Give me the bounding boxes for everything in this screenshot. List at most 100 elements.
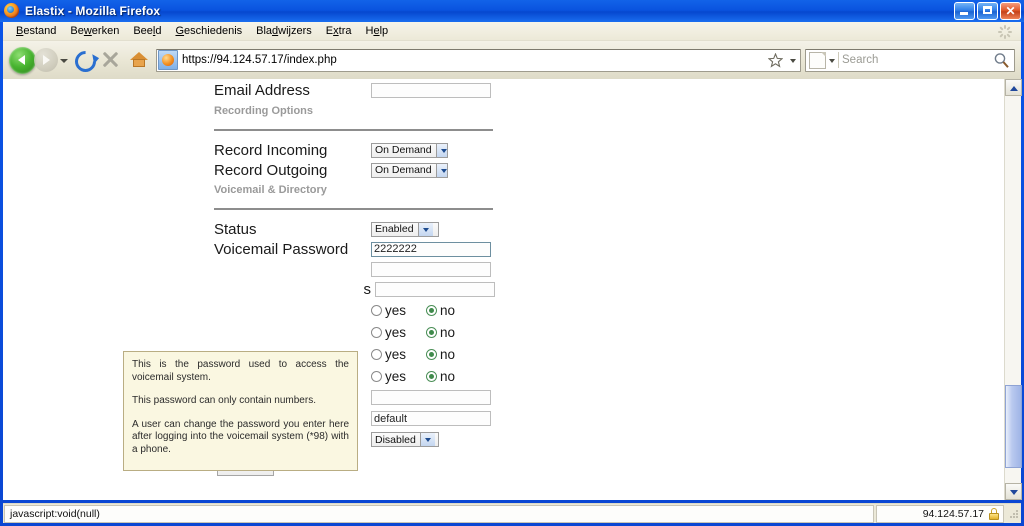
record-outgoing-select[interactable]: On Demand (371, 162, 448, 178)
scrollbar-track[interactable] (1005, 96, 1022, 483)
radio-button-no[interactable] (426, 370, 437, 382)
label-email-address: Email Address (214, 81, 310, 99)
stop-button[interactable] (97, 47, 125, 73)
menu-bestand[interactable]: Bestand (9, 24, 63, 38)
chevron-down-icon (435, 143, 447, 157)
scroll-up-button[interactable] (1005, 79, 1022, 96)
window-controls: ✕ (954, 2, 1021, 20)
field-row-record-incoming: Record Incoming On Demand (214, 140, 499, 160)
scrollbar-thumb[interactable] (1005, 385, 1022, 468)
browser-chrome: Bestand Bewerken Beeld Geschiedenis Blad… (3, 22, 1021, 79)
divider-2 (214, 208, 493, 210)
field-row-hidden-2: s (214, 279, 499, 299)
radio-4-no-label: no (440, 368, 456, 384)
status-select[interactable]: Enabled (371, 221, 439, 237)
security-status-area[interactable]: 94.124.57.17 (876, 504, 1004, 523)
divider-1 (214, 129, 493, 131)
maximize-button[interactable] (977, 2, 998, 20)
voicemail-password-input[interactable] (371, 241, 491, 257)
radio-button-no[interactable] (426, 304, 437, 316)
status-bar: javascript:void(null) 94.124.57.17 (3, 503, 1021, 523)
radio-2-no[interactable]: no (426, 325, 481, 340)
field-row-record-outgoing: Record Outgoing On Demand (214, 160, 499, 180)
chevron-down-icon (435, 163, 447, 177)
url-dropdown-icon[interactable] (788, 50, 800, 70)
radio-2-yes-label: yes (385, 324, 407, 340)
field-row-status: Status Enabled (214, 219, 499, 239)
history-dropdown-icon[interactable] (58, 50, 69, 70)
hidden-field-2-input[interactable] (375, 281, 495, 297)
radio-row-1: yes no (214, 299, 499, 321)
status-message: javascript:void(null) (10, 507, 100, 520)
menu-geschiedenis[interactable]: Geschiedenis (168, 24, 249, 38)
vmx-locater-select[interactable]: Disabled (371, 432, 439, 447)
menu-extra[interactable]: Extra (319, 24, 359, 38)
label-voicemail-password: Voicemail Password (214, 240, 349, 258)
record-incoming-select[interactable]: On Demand (371, 142, 448, 158)
record-incoming-value: On Demand (375, 144, 432, 156)
section-voicemail-directory: Voicemail & Directory (214, 180, 499, 198)
forward-button[interactable] (34, 48, 58, 72)
radio-3-no[interactable]: no (426, 347, 481, 362)
search-bar[interactable]: Search (805, 48, 1015, 72)
vm-context-input[interactable] (371, 411, 491, 426)
back-button[interactable] (9, 46, 36, 74)
menu-bar: Bestand Bewerken Beeld Geschiedenis Blad… (3, 22, 1021, 41)
radio-button-yes[interactable] (371, 304, 382, 316)
status-value: Enabled (375, 223, 414, 235)
ssl-lock-icon[interactable] (989, 507, 999, 520)
search-engine-dropdown-icon[interactable] (827, 50, 838, 70)
vmx-locater-value: Disabled (375, 433, 416, 446)
menu-bestand-label-rest: estand (23, 25, 57, 37)
tooltip-paragraph-1: This is the password used to access the … (132, 359, 349, 383)
minimize-button[interactable] (954, 2, 975, 20)
url-bar[interactable]: https://94.124.57.17/index.php (156, 48, 801, 72)
url-text[interactable]: https://94.124.57.17/index.php (182, 54, 337, 66)
section-recording-options: Recording Options (214, 101, 499, 119)
chevron-down-icon (419, 433, 435, 446)
section-label-recording-options: Recording Options (214, 104, 313, 117)
label-record-outgoing: Record Outgoing (214, 161, 328, 179)
record-outgoing-value: On Demand (375, 164, 432, 176)
radio-2-yes[interactable]: yes (371, 325, 426, 340)
radio-3-no-label: no (440, 346, 456, 362)
radio-delete-vmail-yes[interactable]: yes (371, 369, 426, 384)
hidden-field-1-input[interactable] (371, 261, 491, 277)
vm-options-input[interactable] (371, 390, 491, 405)
resize-grip[interactable] (1007, 507, 1021, 521)
browser-window: Elastix - Mozilla Firefox ✕ Bestand Bewe… (0, 0, 1024, 526)
radio-delete-vmail-no[interactable]: no (426, 369, 481, 384)
menu-bladwijzers[interactable]: Bladwijzers (249, 24, 319, 38)
home-button[interactable] (125, 47, 153, 73)
vertical-scrollbar[interactable] (1004, 79, 1022, 500)
close-button[interactable]: ✕ (1000, 2, 1021, 20)
menu-beeld[interactable]: Beeld (126, 24, 168, 38)
radio-3-yes-label: yes (385, 346, 407, 362)
radio-button-no[interactable] (426, 348, 437, 360)
radio-button-yes[interactable] (371, 370, 382, 382)
tooltip-paragraph-3: A user can change the password you enter… (132, 418, 349, 455)
tooltip-paragraph-2: This password can only contain numbers. (132, 395, 316, 406)
firefox-logo-icon (4, 3, 20, 19)
search-input[interactable]: Search (842, 54, 990, 66)
menu-help[interactable]: Help (358, 24, 395, 38)
radio-1-yes-label: yes (385, 302, 407, 318)
scroll-down-button[interactable] (1005, 483, 1022, 500)
radio-3-yes[interactable]: yes (371, 347, 426, 362)
radio-button-no[interactable] (426, 326, 437, 338)
bookmark-star-icon[interactable] (766, 50, 788, 70)
field-row-hidden-1 (214, 259, 499, 279)
search-engine-icon[interactable] (809, 51, 826, 69)
search-icon[interactable] (990, 50, 1014, 70)
page-content: Email Address Recording Options Record I… (3, 79, 1021, 500)
email-address-input[interactable] (371, 82, 491, 98)
menu-bewerken[interactable]: Bewerken (63, 24, 126, 38)
radio-button-yes[interactable] (371, 348, 382, 360)
elastix-extension-form: Email Address Recording Options Record I… (3, 79, 1003, 500)
section-label-voicemail-directory: Voicemail & Directory (214, 183, 327, 196)
radio-1-no[interactable]: no (426, 303, 481, 318)
radio-button-yes[interactable] (371, 326, 382, 338)
reload-button[interactable] (69, 46, 101, 77)
radio-1-yes[interactable]: yes (371, 303, 426, 318)
status-message-area: javascript:void(null) (4, 504, 874, 523)
